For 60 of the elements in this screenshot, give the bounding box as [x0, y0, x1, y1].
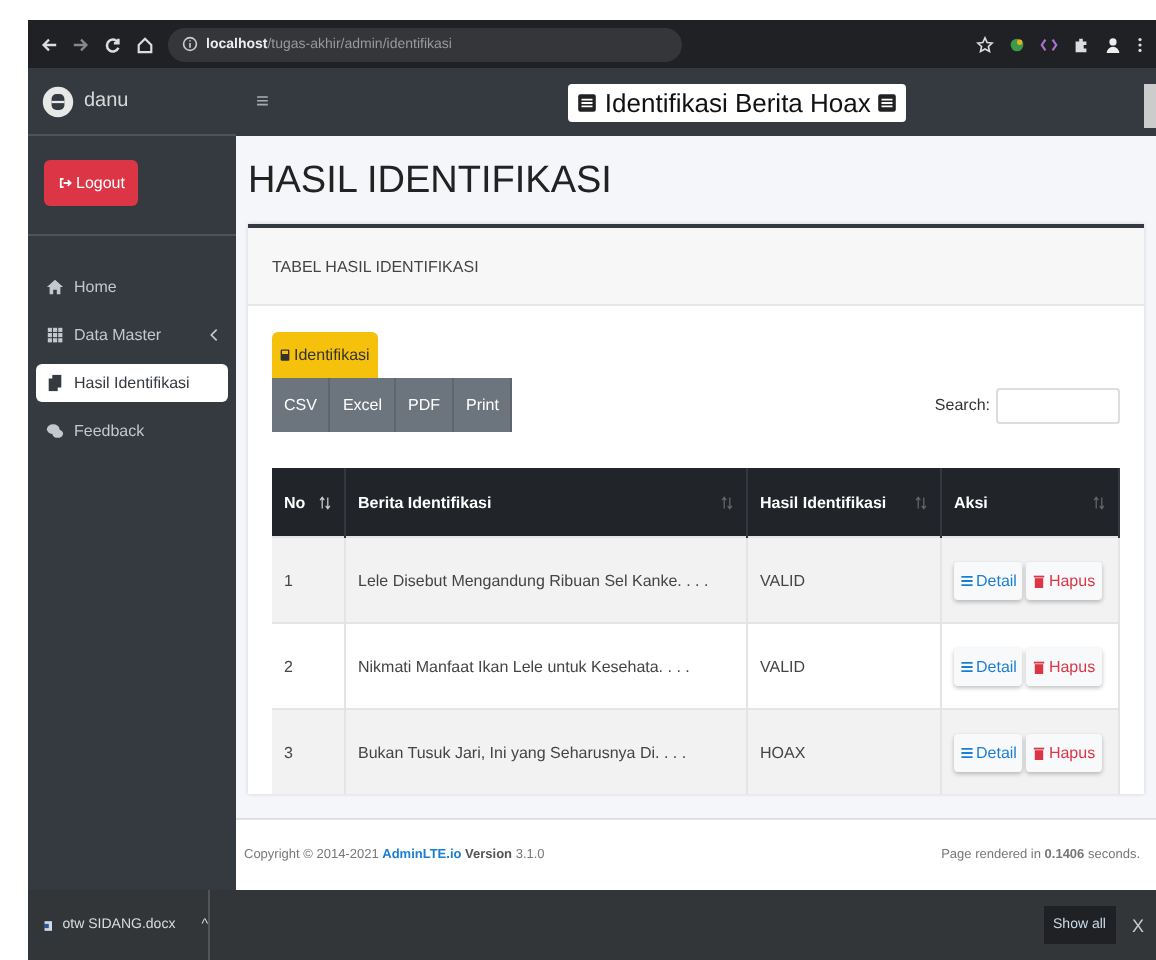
chat-icon — [46, 422, 64, 440]
logout-icon — [58, 176, 72, 190]
trash-icon — [1032, 573, 1047, 587]
close-button[interactable]: X — [1115, 915, 1156, 935]
search-field[interactable] — [996, 387, 1120, 423]
detail-button[interactable]: Detail — [954, 733, 1023, 771]
table-cell: 3 — [272, 709, 345, 794]
table-cell: Lele Disebut Mengandung Ribuan Sel Kanke. . . . — [345, 537, 747, 623]
column-header[interactable]: No — [272, 468, 345, 537]
delete-button[interactable]: Hapus — [1026, 647, 1102, 685]
home-icon[interactable] — [136, 35, 154, 53]
logout-button[interactable]: Logout — [44, 160, 139, 206]
table-cell: HOAX — [747, 709, 941, 794]
extension-icon[interactable] — [1040, 35, 1058, 53]
forward-icon[interactable] — [72, 35, 90, 53]
sidebar-item[interactable]: Home — [36, 268, 228, 306]
page-title: HASIL IDENTIFIKASI — [248, 160, 614, 204]
identify-button[interactable]: Identifikasi — [272, 332, 378, 378]
info-icon[interactable] — [182, 36, 198, 52]
list-icon — [576, 91, 599, 113]
document-icon — [46, 374, 64, 392]
detail-button[interactable]: Detail — [954, 647, 1023, 685]
delete-button[interactable]: Hapus — [1026, 561, 1102, 599]
table-cell: 1 — [272, 537, 345, 623]
detail-button[interactable]: Detail — [954, 561, 1023, 599]
delete-button[interactable]: Hapus — [1026, 733, 1102, 771]
trash-icon — [1032, 745, 1047, 759]
grid-icon — [46, 326, 64, 344]
list-icon — [960, 745, 974, 759]
sidebar-item[interactable]: Data Master — [36, 316, 228, 354]
trash-icon — [1032, 659, 1047, 673]
card-title: TABEL HASIL IDENTIFIKASI — [272, 257, 479, 275]
user-name: danu — [84, 90, 129, 112]
back-icon[interactable] — [40, 35, 58, 53]
chevron-icon[interactable] — [210, 328, 218, 342]
extension-icon[interactable] — [1008, 35, 1026, 53]
sidebar-item[interactable]: Feedback — [36, 412, 228, 450]
user-avatar-icon — [42, 85, 74, 117]
menu-icon[interactable]: ≡ — [256, 90, 269, 114]
column-header[interactable]: Aksi — [941, 468, 1119, 537]
star-icon[interactable] — [976, 35, 994, 53]
calculator-icon — [280, 348, 290, 362]
home-icon — [46, 278, 64, 296]
header-title-text: Identifikasi Berita Hoax — [604, 87, 871, 117]
scrollbar-thumb[interactable] — [1144, 84, 1156, 128]
puzzle-icon[interactable] — [1072, 35, 1090, 53]
reload-icon[interactable] — [104, 35, 122, 53]
list-icon — [960, 573, 974, 587]
more-icon[interactable] — [1136, 35, 1144, 53]
table-cell: VALID — [747, 537, 941, 623]
sidebar-item[interactable]: Hasil Identifikasi — [36, 364, 228, 402]
list-icon — [960, 659, 974, 673]
export-button[interactable]: CSV — [272, 378, 331, 432]
column-header[interactable]: Berita Identifikasi — [345, 468, 747, 537]
search-label: Search: — [934, 396, 990, 414]
table-cell: Bukan Tusuk Jari, Ini yang Seharusnya Di. . . . — [345, 709, 747, 794]
column-header[interactable]: Hasil Identifikasi — [747, 468, 941, 537]
list-icon — [876, 91, 899, 113]
profile-icon[interactable] — [1104, 35, 1122, 53]
document-icon — [44, 917, 53, 933]
